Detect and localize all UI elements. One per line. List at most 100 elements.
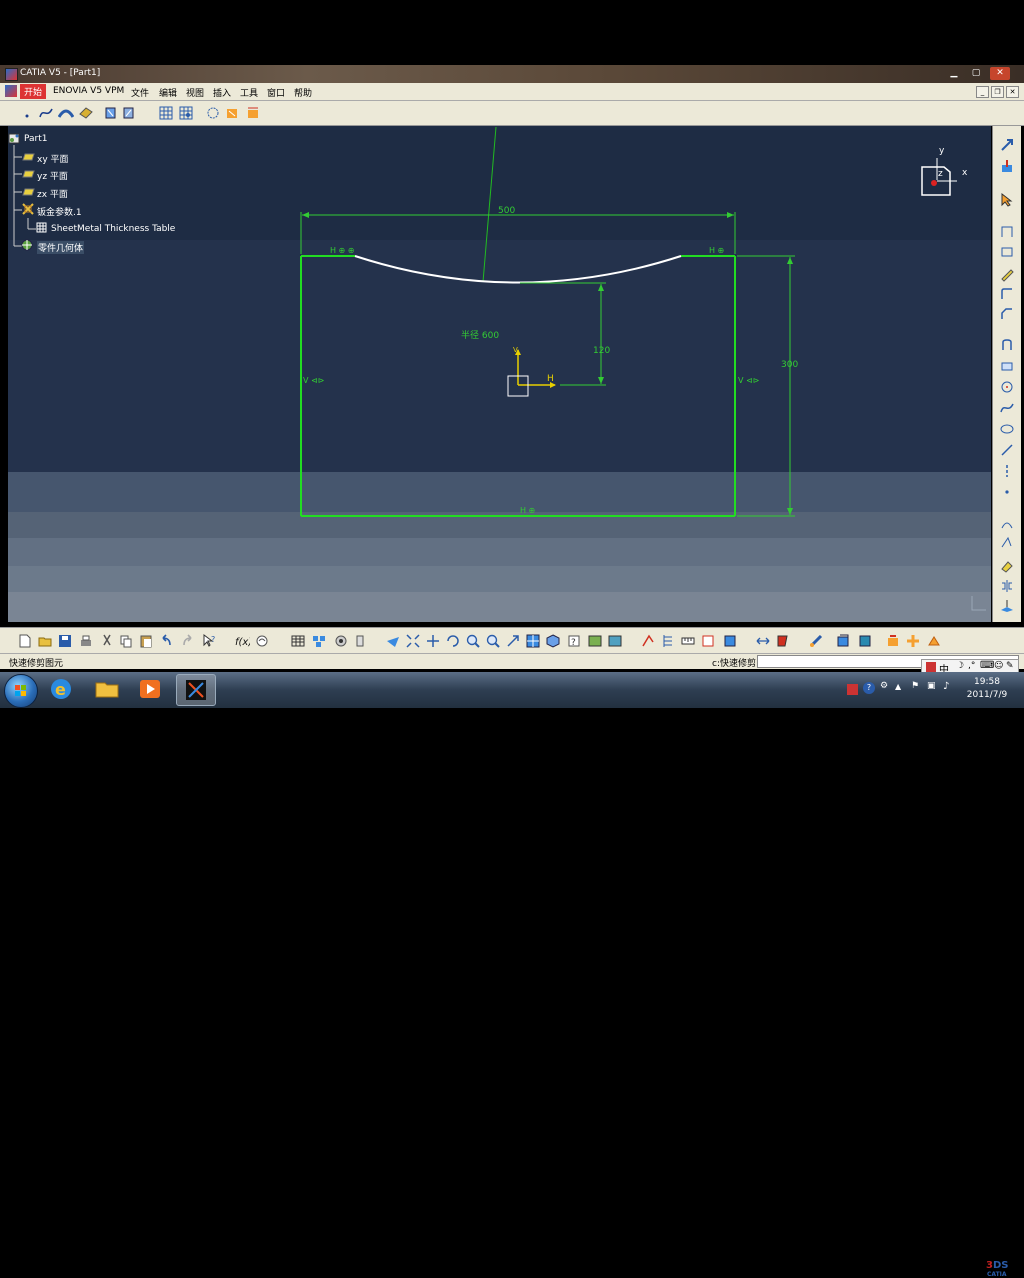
tree-item-sheetmetal-params[interactable]: 钣金参数.1 xyxy=(37,205,82,218)
tray-expand-icon[interactable]: ▲ xyxy=(895,682,901,691)
measure-icon[interactable] xyxy=(680,633,696,649)
save-icon[interactable] xyxy=(57,633,73,649)
constraint-bottom[interactable]: H ⊕ xyxy=(520,506,535,515)
tray-ime-icon[interactable] xyxy=(847,684,858,695)
dim-height-label[interactable]: 300 xyxy=(781,360,798,370)
fit-all-icon[interactable] xyxy=(405,633,421,649)
paste-icon[interactable] xyxy=(138,633,154,649)
tree-item-part1[interactable]: Part1 xyxy=(24,134,48,144)
constraint-icon[interactable] xyxy=(999,337,1015,353)
exit-sketcher-icon[interactable] xyxy=(999,158,1015,174)
update-icon[interactable] xyxy=(857,633,873,649)
fold-view-icon[interactable] xyxy=(775,633,791,649)
tray-network-icon[interactable]: ▣ xyxy=(927,681,936,691)
clock-time: 19:58 xyxy=(974,677,1000,687)
tree-item-part-body[interactable]: 零件几何体 xyxy=(37,241,85,254)
profile-icon[interactable] xyxy=(999,224,1015,240)
rectangle-icon[interactable] xyxy=(999,244,1015,260)
circle-icon[interactable] xyxy=(999,379,1015,395)
new-icon[interactable] xyxy=(17,633,33,649)
trim-icon[interactable] xyxy=(999,516,1015,532)
ime-moon-icon[interactable]: ☽ xyxy=(956,661,964,671)
corner-relief-icon[interactable] xyxy=(926,633,942,649)
hide-show-icon[interactable]: ? xyxy=(566,633,582,649)
arc-r600[interactable] xyxy=(354,255,682,284)
dim-offset-label[interactable]: 120 xyxy=(593,346,610,356)
dim-width-label[interactable]: 500 xyxy=(498,206,515,216)
dim-radius-label[interactable]: 半径 600 xyxy=(461,328,499,341)
axis-icon[interactable] xyxy=(999,463,1015,479)
fly-mode-icon[interactable] xyxy=(385,633,401,649)
swap-visible-icon[interactable] xyxy=(587,633,603,649)
multi-view-icon[interactable] xyxy=(525,633,541,649)
compile-icon[interactable] xyxy=(835,633,851,649)
start-button[interactable] xyxy=(4,674,38,708)
section-icon[interactable] xyxy=(722,633,738,649)
tray-flag-icon[interactable]: ⚑ xyxy=(911,681,919,691)
tree-item-xy-plane[interactable]: xy 平面 xyxy=(37,152,69,165)
tray-volume-icon[interactable]: ♪ xyxy=(943,681,949,692)
chamfer-icon[interactable] xyxy=(999,306,1015,322)
constraint-h-right[interactable]: H ⊕ xyxy=(709,246,724,255)
unfold-view-icon[interactable] xyxy=(755,633,771,649)
ime-wrench-icon[interactable]: ✎ xyxy=(1006,661,1014,671)
quick-trim-icon[interactable] xyxy=(999,534,1015,550)
cut-part-icon[interactable] xyxy=(700,633,716,649)
stamp-icon[interactable] xyxy=(885,633,901,649)
print-icon[interactable] xyxy=(78,633,94,649)
eraser-icon[interactable] xyxy=(999,558,1015,574)
ellipse-icon[interactable] xyxy=(999,421,1015,437)
sketch-analysis-icon[interactable] xyxy=(640,633,656,649)
rect-profile-icon[interactable] xyxy=(999,358,1015,374)
plane-icon xyxy=(22,170,35,178)
tool-icon[interactable] xyxy=(354,633,370,649)
whats-this-icon[interactable]: ? xyxy=(201,633,217,649)
knowledge-icon[interactable] xyxy=(254,633,270,649)
normal-view-icon[interactable] xyxy=(505,633,521,649)
tree-item-yz-plane[interactable]: yz 平面 xyxy=(37,169,68,182)
line-icon[interactable] xyxy=(999,442,1015,458)
zoom-in-icon[interactable] xyxy=(465,633,481,649)
hole-icon[interactable] xyxy=(333,633,349,649)
catalog-icon[interactable] xyxy=(311,633,327,649)
media-taskbar-icon[interactable] xyxy=(131,674,169,704)
spline-tool-icon[interactable] xyxy=(999,400,1015,416)
tree-item-zx-plane[interactable]: zx 平面 xyxy=(37,187,68,200)
constraint-v-right[interactable]: V ⊲⊳ xyxy=(738,376,759,385)
iso-view-icon[interactable] xyxy=(545,633,561,649)
corner-icon[interactable] xyxy=(999,286,1015,302)
tree-item-thickness-table[interactable]: SheetMetal Thickness Table xyxy=(51,224,175,234)
table-tool-icon[interactable] xyxy=(290,633,306,649)
undo-icon[interactable] xyxy=(158,633,174,649)
open-icon[interactable] xyxy=(37,633,53,649)
constraint-h-left[interactable]: H ⊕ ⊕ xyxy=(330,246,355,255)
catia-taskbar-icon[interactable] xyxy=(176,674,216,706)
cut-icon[interactable] xyxy=(99,633,115,649)
explorer-taskbar-icon[interactable] xyxy=(88,674,126,704)
flat-pattern-icon[interactable] xyxy=(905,633,921,649)
zoom-out-icon[interactable] xyxy=(485,633,501,649)
tray-settings-icon[interactable]: ⚙ xyxy=(880,681,888,691)
tray-help-icon[interactable]: ? xyxy=(863,682,875,694)
parameter-icon[interactable] xyxy=(808,633,824,649)
ime-punct-icon[interactable]: ,° xyxy=(968,661,975,671)
project-icon[interactable] xyxy=(999,598,1015,614)
mirror-icon[interactable] xyxy=(999,578,1015,594)
constraint-list-icon[interactable] xyxy=(660,633,676,649)
redo-icon[interactable] xyxy=(180,633,196,649)
compass-z-label: z xyxy=(938,169,943,179)
select-arrow-icon[interactable] xyxy=(999,192,1015,208)
shading-icon[interactable] xyxy=(607,633,623,649)
ime-person-icon[interactable]: ☺ xyxy=(994,661,1003,671)
clock[interactable]: 19:58 2011/7/9 xyxy=(960,676,1014,702)
pencil-icon[interactable] xyxy=(999,266,1015,282)
pan-icon[interactable] xyxy=(425,633,441,649)
point-tool-icon[interactable] xyxy=(999,484,1015,500)
constraint-v-left[interactable]: V ⊲⊳ xyxy=(303,376,324,385)
exit-workbench-icon[interactable] xyxy=(999,137,1015,153)
formula-icon[interactable]: f(x) xyxy=(234,633,250,649)
copy-icon[interactable] xyxy=(118,633,134,649)
rotate-icon[interactable] xyxy=(445,633,461,649)
ime-keyboard-icon[interactable]: ⌨ xyxy=(980,660,994,671)
ie-taskbar-icon[interactable]: e xyxy=(42,674,80,704)
